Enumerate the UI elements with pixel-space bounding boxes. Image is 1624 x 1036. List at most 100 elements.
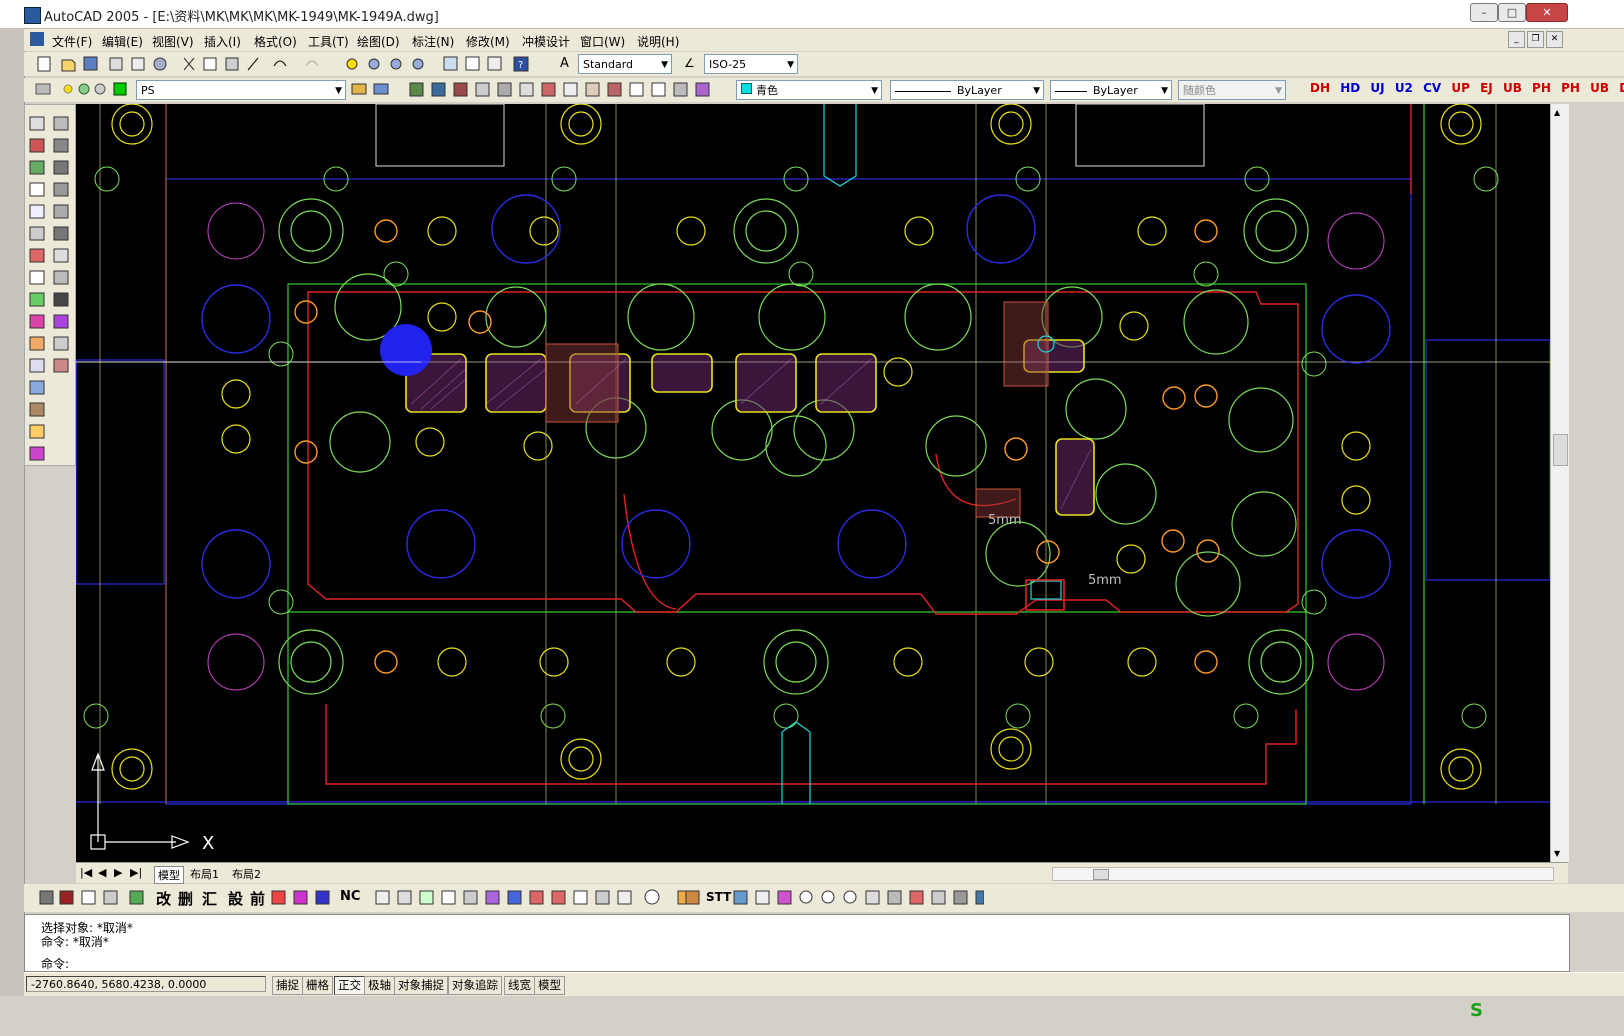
status-model[interactable]: 模型 bbox=[534, 976, 565, 995]
custom-btn-5[interactable]: CV bbox=[1423, 81, 1441, 95]
linetype-select[interactable]: ByLayer ▼ bbox=[890, 80, 1044, 100]
lineweight-select[interactable]: ByLayer ▼ bbox=[1050, 80, 1172, 100]
command-window[interactable]: 选择对象: *取消* 命令: *取消* 命令: bbox=[24, 914, 1570, 972]
status-bar: -2760.8640, 5680.4238, 0.0000 捕捉 栅格 正交 极… bbox=[24, 972, 1624, 997]
menu-edit[interactable]: 编辑(E) bbox=[102, 33, 143, 50]
tool-text-2[interactable]: 删 bbox=[178, 888, 193, 909]
menu-window[interactable]: 窗口(W) bbox=[580, 33, 625, 50]
menu-die-design[interactable]: 冲模设计 bbox=[522, 33, 570, 50]
menu-draw[interactable]: 绘图(D) bbox=[357, 33, 400, 50]
custom-btn-2[interactable]: HD bbox=[1340, 81, 1360, 95]
custom-btn-7[interactable]: EJ bbox=[1480, 81, 1493, 95]
chevron-down-icon: ▼ bbox=[335, 86, 342, 96]
drawing-canvas[interactable]: 5mm 5mm X bbox=[76, 104, 1550, 862]
hscroll-thumb[interactable] bbox=[1093, 869, 1109, 880]
taskbar-strip: S bbox=[0, 996, 1624, 1036]
coordinate-readout: -2760.8640, 5680.4238, 0.0000 bbox=[26, 976, 266, 992]
menu-modify[interactable]: 修改(M) bbox=[466, 33, 510, 50]
dim-style-icon[interactable]: ∠ bbox=[684, 56, 700, 72]
layer-select[interactable]: PS ▼ bbox=[136, 80, 346, 100]
lineweight-value: ByLayer bbox=[1093, 84, 1138, 97]
menu-file[interactable]: 文件(F) bbox=[52, 33, 92, 50]
menu-view[interactable]: 视图(V) bbox=[152, 33, 194, 50]
menu-dimension[interactable]: 标注(N) bbox=[412, 33, 454, 50]
color-select[interactable]: 青色 ▼ bbox=[736, 80, 882, 100]
custom-btn-9[interactable]: PH bbox=[1532, 81, 1551, 95]
mdi-minimize-button[interactable]: _ bbox=[1508, 31, 1525, 48]
scroll-up-icon[interactable]: ▲ bbox=[1554, 108, 1560, 117]
left-frame-edge bbox=[0, 28, 25, 1036]
layer-tools-icons[interactable] bbox=[350, 78, 720, 102]
custom-btn-12[interactable]: DD bbox=[1619, 81, 1624, 95]
minimize-button[interactable]: – bbox=[1470, 3, 1498, 22]
properties-toolbar: PS ▼ 青色 ▼ ByLayer ▼ ByLayer ▼ 随颜色 ▼ DH HD UJ … bbox=[24, 78, 1624, 102]
tab-nav-prev[interactable]: ◀ bbox=[98, 866, 106, 879]
autocad-app-icon[interactable] bbox=[24, 7, 41, 24]
menu-format[interactable]: 格式(O) bbox=[254, 33, 297, 50]
tab-model[interactable]: 模型 bbox=[154, 866, 184, 884]
text-style-select[interactable]: Standard ▼ bbox=[578, 54, 672, 74]
dim-style-select[interactable]: ISO-25 ▼ bbox=[704, 54, 798, 74]
scroll-thumb[interactable] bbox=[1553, 434, 1568, 466]
vertical-scrollbar[interactable]: ▲ ▼ bbox=[1550, 104, 1569, 862]
custom-btn-3[interactable]: UJ bbox=[1370, 81, 1384, 95]
svg-text:?: ? bbox=[518, 60, 523, 71]
tab-nav-next[interactable]: ▶ bbox=[114, 866, 122, 879]
window-title: AutoCAD 2005 - [E:\资料\MK\MK\MK\MK-1949\M… bbox=[44, 10, 439, 25]
tool-text-3[interactable]: 汇 bbox=[202, 888, 217, 909]
status-snap[interactable]: 捕捉 bbox=[272, 976, 303, 995]
mdi-restore-button[interactable]: ❐ bbox=[1527, 31, 1544, 48]
bottom-toolbar: 改 删 汇 設 前 NC STT bbox=[24, 884, 1624, 912]
custom-btn-1[interactable]: DH bbox=[1310, 81, 1330, 95]
chevron-down-icon: ▼ bbox=[1033, 86, 1040, 96]
status-osnap[interactable]: 对象捕捉 bbox=[394, 976, 448, 995]
chevron-down-icon: ▼ bbox=[1275, 86, 1282, 96]
tab-nav-last[interactable]: ▶| bbox=[130, 866, 142, 879]
chevron-down-icon: ▼ bbox=[1161, 86, 1168, 96]
tool-text-6[interactable]: NC bbox=[340, 889, 360, 904]
menu-insert[interactable]: 插入(I) bbox=[204, 33, 241, 50]
document-icon[interactable] bbox=[30, 32, 44, 46]
horizontal-scrollbar[interactable] bbox=[1052, 867, 1554, 881]
layer-state-icons[interactable] bbox=[32, 78, 142, 102]
plotstyle-value: 随颜色 bbox=[1183, 84, 1216, 97]
command-prompt[interactable]: 命令: bbox=[41, 955, 69, 972]
left-tool-icons[interactable] bbox=[25, 105, 75, 465]
custom-btn-8[interactable]: UB bbox=[1503, 81, 1522, 95]
custom-btn-6[interactable]: UP bbox=[1451, 81, 1470, 95]
standard-toolbar: ? A Standard ▼ ∠ ISO-25 ▼ bbox=[24, 52, 1624, 76]
text-style-value: Standard bbox=[583, 58, 634, 71]
close-button[interactable]: ✕ bbox=[1526, 3, 1568, 22]
tab-nav-first[interactable]: |◀ bbox=[80, 866, 92, 879]
bottom-toolbar-icons[interactable] bbox=[38, 884, 698, 912]
status-lineweight[interactable]: 线宽 bbox=[504, 976, 535, 995]
tool-text-7[interactable]: STT bbox=[706, 890, 731, 904]
maximize-button[interactable]: □ bbox=[1498, 3, 1526, 22]
status-grid[interactable]: 栅格 bbox=[302, 976, 333, 995]
tab-layout1[interactable]: 布局1 bbox=[190, 866, 219, 882]
tab-layout2[interactable]: 布局2 bbox=[232, 866, 261, 882]
tool-text-5[interactable]: 前 bbox=[250, 888, 265, 909]
scroll-down-icon[interactable]: ▼ bbox=[1554, 849, 1560, 858]
cad-drawing[interactable]: 5mm 5mm X bbox=[76, 104, 1550, 862]
custom-btn-4[interactable]: U2 bbox=[1395, 81, 1413, 95]
menu-help[interactable]: 说明(H) bbox=[637, 33, 679, 50]
custom-commands-toolbar: DH HD UJ U2 CV UP EJ UB PH PH UB DD bbox=[1310, 81, 1624, 95]
standard-toolbar-icons[interactable]: ? bbox=[34, 52, 554, 76]
ime-icon[interactable]: S bbox=[1470, 1000, 1483, 1021]
status-otrack[interactable]: 对象追踪 bbox=[448, 976, 502, 995]
linetype-value: ByLayer bbox=[957, 84, 1002, 97]
menu-tools[interactable]: 工具(T) bbox=[308, 33, 349, 50]
custom-btn-11[interactable]: UB bbox=[1590, 81, 1609, 95]
ucs-x-label: X bbox=[202, 833, 214, 854]
custom-btn-10[interactable]: PH bbox=[1561, 81, 1580, 95]
mdi-close-button[interactable]: ✕ bbox=[1546, 31, 1563, 48]
annotation-5mm-1: 5mm bbox=[988, 513, 1022, 528]
status-ortho[interactable]: 正交 bbox=[334, 976, 365, 995]
status-polar[interactable]: 极轴 bbox=[364, 976, 395, 995]
tool-text-4[interactable]: 設 bbox=[228, 888, 243, 909]
chevron-down-icon: ▼ bbox=[661, 60, 668, 70]
chevron-down-icon: ▼ bbox=[871, 86, 878, 96]
text-style-icon[interactable]: A bbox=[560, 56, 576, 72]
tool-text-1[interactable]: 改 bbox=[156, 888, 171, 909]
